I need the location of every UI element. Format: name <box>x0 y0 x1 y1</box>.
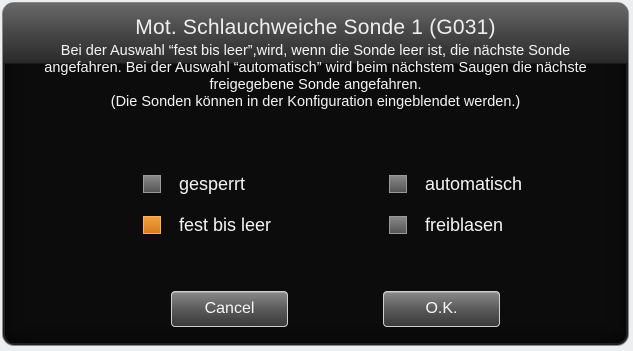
description-line-4: (Die Sonden können in der Konfiguration … <box>110 94 521 110</box>
option-automatisch[interactable]: automatisch <box>389 173 522 195</box>
description-line-1: Bei der Auswahl “fest bis leer”,wird, we… <box>60 43 571 59</box>
checkbox-freiblasen[interactable] <box>389 216 407 234</box>
cancel-button[interactable]: Cancel <box>171 291 288 327</box>
option-label-automatisch: automatisch <box>425 173 523 194</box>
configuration-dialog: Mot. Schlauchweiche Sonde 1 (G031) Bei d… <box>2 2 629 346</box>
description-line-2: angefahren. Bei der Auswahl “automatisch… <box>44 60 587 76</box>
description-text: Bei der Auswahl “fest bis leer”,wird, we… <box>3 43 628 111</box>
description-line-3: freigegebene Sonde angefahren. <box>209 77 422 93</box>
option-label-fest-bis-leer: fest bis leer <box>179 214 272 235</box>
option-fest-bis-leer[interactable]: fest bis leer <box>143 214 271 236</box>
checkbox-fest-bis-leer[interactable] <box>143 216 161 234</box>
option-gesperrt[interactable]: gesperrt <box>143 173 245 195</box>
option-label-gesperrt: gesperrt <box>179 173 246 194</box>
checkbox-automatisch[interactable] <box>389 175 407 193</box>
option-freiblasen[interactable]: freiblasen <box>389 214 503 236</box>
checkbox-gesperrt[interactable] <box>143 175 161 193</box>
option-label-freiblasen: freiblasen <box>425 214 504 235</box>
dialog-title: Mot. Schlauchweiche Sonde 1 (G031) <box>135 16 496 39</box>
ok-button[interactable]: O.K. <box>383 291 500 327</box>
